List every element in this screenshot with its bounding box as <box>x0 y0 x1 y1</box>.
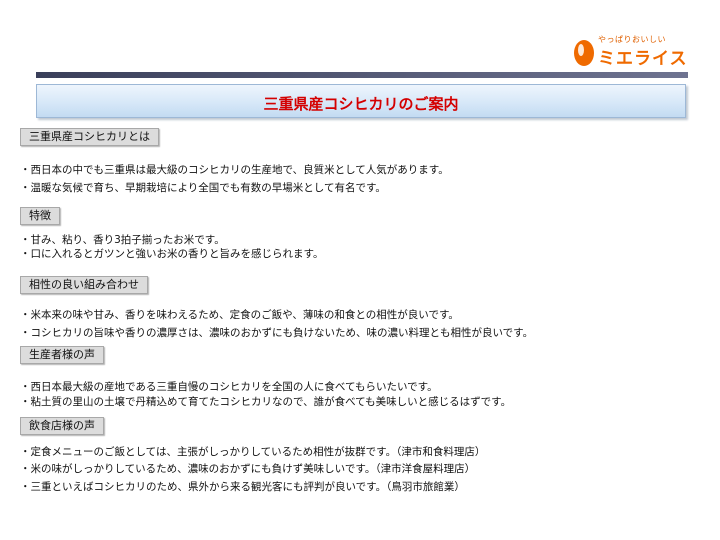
section-line: ・米本来の味や甘み、香りを味わえるため、定食のご飯や、薄味の和食との相性が良いで… <box>20 309 459 321</box>
rice-grain-icon <box>574 40 594 66</box>
section-line: ・定食メニューのご飯としては、主張がしっかりしているため相性が抜群です。（津市和… <box>20 446 486 458</box>
header-divider <box>36 72 688 78</box>
section-line: ・米の味がしっかりしているため、濃味のおかずにも負けず美味しいです。（津市洋食屋… <box>20 463 476 475</box>
section-heading-about: 三重県産コシヒカリとは <box>20 128 159 146</box>
section-line: ・西日本の中でも三重県は最大級のコシヒカリの生産地で、良質米として人気があります… <box>20 164 449 176</box>
section-line: ・三重といえばコシヒカリのため、県外から来る観光客にも評判が良いです。（鳥羽市旅… <box>20 481 465 493</box>
page-title: 三重県産コシヒカリのご案内 <box>263 95 459 113</box>
section-line: ・甘み、粘り、香り3拍子揃ったお米です。 <box>20 234 225 246</box>
section-line: ・粘土質の里山の土壌で丹精込めて育てたコシヒカリなので、誰が食べても美味しいと感… <box>20 396 512 408</box>
section-heading-pairing: 相性の良い組み合わせ <box>20 276 148 294</box>
section-line: ・コシヒカリの旨味や香りの濃厚さは、濃味のおかずにも負けないため、味の濃い料理と… <box>20 327 534 339</box>
section-line: ・西日本最大級の産地である三重自慢のコシヒカリを全国の人に食べてもらいたいです。 <box>20 381 438 393</box>
section-line: ・温暖な気候で育ち、早期栽培により全国でも有数の早場米として有名です。 <box>20 182 386 194</box>
section-heading-producer: 生産者様の声 <box>20 346 104 364</box>
section-heading-features: 特徴 <box>20 207 60 225</box>
title-banner: 三重県産コシヒカリのご案内 <box>36 84 686 118</box>
section-line: ・口に入れるとガツンと強いお米の香りと旨みを感じられます。 <box>20 248 324 260</box>
brand-logo: やっぱりおいしい ミエライス <box>572 34 690 70</box>
logo-name: ミエライス <box>598 49 688 69</box>
section-heading-restaurant: 飲食店様の声 <box>20 417 104 435</box>
